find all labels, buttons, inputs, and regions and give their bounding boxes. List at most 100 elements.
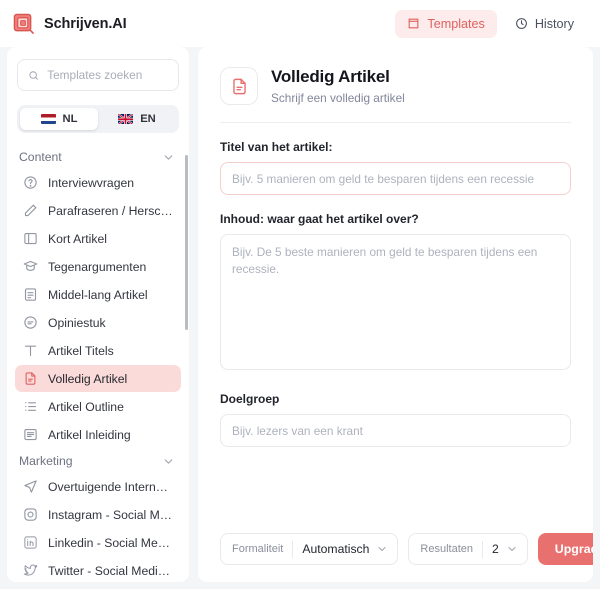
main-footer: Formaliteit Automatisch Resultaten 2 Upg… (220, 519, 593, 582)
language-label-en: EN (140, 113, 156, 125)
chevron-down-icon[interactable] (162, 455, 175, 468)
sidebar-item-artikel-titels[interactable]: Artikel Titels (15, 337, 181, 364)
sidebar-item-kort-artikel[interactable]: Kort Artikel (15, 225, 181, 252)
sidebar-item-overtuigende-interne-email[interactable]: Overtuigende Interne e... (15, 473, 181, 500)
sidebar-item-label: Artikel Titels (48, 343, 114, 358)
document-lines-icon (24, 288, 37, 301)
field-content: Inhoud: waar gaat het artikel over? (220, 212, 571, 375)
sidebar-item-label: Tegenargumenten (48, 259, 147, 274)
pencil-icon (24, 204, 37, 217)
main-panel: Volledig Artikel Schrijf een volledig ar… (198, 47, 593, 582)
header-divider (220, 122, 571, 123)
instagram-icon (24, 508, 37, 521)
formality-value: Automatisch (302, 542, 370, 556)
search-input[interactable] (47, 68, 168, 82)
results-label: Resultaten (420, 543, 473, 555)
language-option-en[interactable]: EN (98, 108, 176, 130)
upgrade-button[interactable]: Upgrade (537, 533, 593, 565)
search-box[interactable] (17, 59, 179, 91)
field-label-audience: Doelgroep (220, 392, 280, 406)
file-text-icon (25, 372, 36, 385)
page-title: Volledig Artikel (271, 67, 390, 86)
speech-bubble-icon (24, 316, 37, 329)
sidebar-item-volledig-artikel[interactable]: Volledig Artikel (15, 365, 181, 392)
clock-icon (515, 18, 527, 29)
flag-gb-icon (118, 113, 134, 125)
formality-select[interactable]: Formaliteit Automatisch (220, 533, 399, 565)
sidebar-item-interviewvragen[interactable]: Interviewvragen (15, 169, 181, 196)
sidebar-item-label: Artikel Inleiding (48, 427, 131, 442)
list-icon (25, 402, 37, 411)
flag-nl-icon (40, 113, 56, 125)
sidebar-item-parafraseren[interactable]: Parafraseren / Herschrij... (15, 197, 181, 224)
audience-input[interactable] (220, 414, 571, 447)
sidebar-scrollbar[interactable] (185, 155, 188, 330)
tab-templates-label: Templates (427, 16, 485, 31)
sidebar-item-middel-lang-artikel[interactable]: Middel-lang Artikel (15, 281, 181, 308)
language-toggle: NL EN (17, 105, 179, 133)
stacked-squares-logo (13, 13, 34, 34)
template-list[interactable]: Content Interviewvragen Parafraseren / H… (7, 145, 189, 582)
sidebar-item-label: Twitter - Social Media ... (48, 563, 173, 578)
group-header-marketing[interactable]: Marketing (15, 449, 181, 473)
sidebar: NL EN Content (7, 47, 189, 582)
search-icon (29, 70, 38, 80)
sidebar-item-label: Interviewvragen (48, 175, 135, 190)
sidebar-item-label: Kort Artikel (48, 231, 107, 246)
chevron-down-icon[interactable] (506, 543, 518, 555)
formality-label: Formaliteit (232, 543, 284, 555)
sidebar-item-linkedin[interactable]: Linkedin - Social Media... (15, 529, 181, 556)
top-nav: Templates History (395, 9, 586, 38)
sidebar-item-instagram[interactable]: Instagram - Social Medi... (15, 501, 181, 528)
language-label-nl: NL (62, 113, 78, 125)
tab-history[interactable]: History (503, 10, 586, 38)
field-label-title: Titel van het artikel: (220, 140, 333, 154)
page-subtitle: Schrijf een volledig artikel (271, 91, 405, 105)
sidebar-item-tegenargumenten[interactable]: Tegenargumenten (15, 253, 181, 280)
sidebar-item-artikel-outline[interactable]: Artikel Outline (15, 393, 181, 420)
results-value: 2 (492, 542, 499, 556)
sidebar-item-label: Volledig Artikel (48, 371, 128, 386)
template-icon-box (220, 67, 258, 105)
sidebar-item-label: Opiniestuk (48, 315, 106, 330)
search-wrapper (7, 59, 189, 91)
group-title-marketing: Marketing (19, 454, 73, 468)
linkedin-icon (24, 536, 37, 549)
text-t-icon (24, 345, 37, 357)
sidebar-item-label: Instagram - Social Medi... (48, 507, 173, 522)
template-header: Volledig Artikel Schrijf een volledig ar… (220, 67, 571, 105)
book-icon (409, 18, 419, 29)
sidebar-item-label: Overtuigende Interne e... (48, 479, 173, 494)
field-title: Titel van het artikel: (220, 140, 571, 195)
language-option-nl[interactable]: NL (20, 108, 98, 130)
sidebar-item-label: Parafraseren / Herschrij... (48, 203, 173, 218)
field-audience: Doelgroep (220, 392, 571, 447)
group-header-content[interactable]: Content (15, 145, 181, 169)
brand-name: Schrijven.AI (44, 15, 127, 32)
send-icon (24, 480, 37, 493)
twitter-icon (23, 564, 38, 576)
layout-icon (24, 232, 37, 245)
template-header-text: Volledig Artikel Schrijf een volledig ar… (271, 67, 405, 105)
tab-history-label: History (534, 16, 574, 31)
sidebar-item-twitter[interactable]: Twitter - Social Media ... (15, 557, 181, 582)
results-select[interactable]: Resultaten 2 (408, 533, 528, 565)
file-text-icon (232, 78, 246, 94)
body-layout: NL EN Content (0, 47, 600, 589)
graduation-cap-icon (23, 260, 38, 271)
chevron-down-icon[interactable] (376, 543, 388, 555)
top-bar: Schrijven.AI Templates History (0, 0, 600, 47)
sidebar-item-label: Linkedin - Social Media... (48, 535, 173, 550)
article-title-input[interactable] (220, 162, 571, 195)
sidebar-item-opiniestuk[interactable]: Opiniestuk (15, 309, 181, 336)
brand[interactable]: Schrijven.AI (12, 12, 127, 35)
sidebar-item-label: Middel-lang Artikel (48, 287, 148, 302)
sidebar-item-label: Artikel Outline (48, 399, 124, 414)
article-content-textarea[interactable] (220, 234, 571, 370)
question-circle-icon (24, 176, 37, 189)
tab-templates[interactable]: Templates (395, 9, 497, 38)
sidebar-item-artikel-inleiding[interactable]: Artikel Inleiding (15, 421, 181, 448)
chevron-down-icon[interactable] (162, 151, 175, 164)
paragraph-icon (24, 428, 37, 441)
field-label-content: Inhoud: waar gaat het artikel over? (220, 212, 419, 226)
